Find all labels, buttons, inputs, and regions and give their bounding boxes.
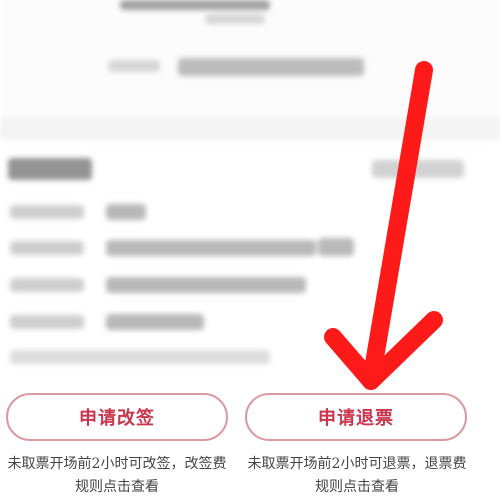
detail-row-label — [10, 278, 84, 292]
summary-title — [120, 0, 270, 10]
apply-change-label: 申请改签 — [79, 408, 155, 429]
detail-row-value — [106, 277, 306, 293]
detail-row-value — [106, 240, 316, 256]
order-summary-card — [0, 0, 500, 118]
detail-row-tag — [318, 238, 354, 256]
apply-refund-label: 申请退票 — [318, 408, 394, 429]
detail-row-label — [10, 315, 84, 329]
section-divider — [0, 118, 500, 140]
summary-subtitle — [205, 14, 265, 24]
apply-change-button[interactable]: 申请改签 — [6, 393, 228, 441]
detail-row-label — [10, 205, 84, 219]
summary-label — [108, 60, 160, 72]
section-link[interactable] — [372, 160, 464, 178]
section-title — [8, 158, 92, 180]
detail-row-value — [106, 204, 146, 220]
detail-row-value — [106, 314, 204, 330]
refund-rule-note[interactable]: 未取票开场前2小时可退票，退票费规则点击查看 — [244, 453, 470, 499]
detail-row-label — [10, 241, 84, 255]
change-rule-note[interactable]: 未取票开场前2小时可改签，改签费规则点击查看 — [4, 453, 230, 499]
detail-footnote — [10, 350, 270, 364]
summary-value — [178, 58, 364, 76]
apply-refund-button[interactable]: 申请退票 — [245, 393, 467, 441]
blurred-content — [0, 0, 500, 380]
